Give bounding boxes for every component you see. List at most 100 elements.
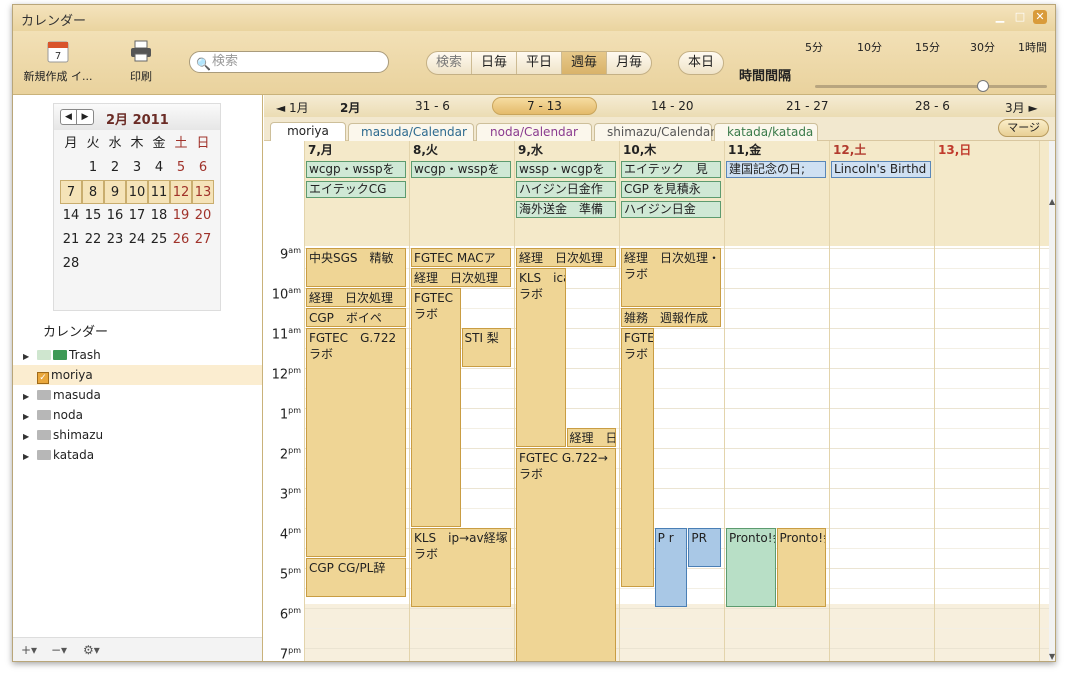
calendar-event[interactable]: FGTEC MACア: [411, 248, 511, 267]
checkbox-icon[interactable]: ✓: [37, 372, 49, 384]
calendar-tab[interactable]: moriya: [270, 122, 346, 142]
disclosure-triangle-icon[interactable]: ▶: [23, 387, 37, 407]
mini-day[interactable]: 7: [60, 180, 82, 204]
all-day-event[interactable]: エイテックCG: [306, 181, 406, 198]
prev-month-link[interactable]: ◄ 1月: [276, 99, 309, 116]
merge-button[interactable]: マージ: [998, 119, 1049, 137]
calendar-event[interactable]: KLS ip→av経塚 ラボ: [411, 528, 511, 607]
mini-day[interactable]: 24: [126, 228, 148, 252]
view-button-0[interactable]: 検索: [427, 52, 473, 74]
view-button-1[interactable]: 日毎: [472, 52, 518, 74]
all-day-event[interactable]: ハイジン日金: [621, 201, 721, 218]
disclosure-triangle-icon[interactable]: ▶: [23, 347, 37, 367]
search-input[interactable]: 🔍 検索: [189, 51, 389, 73]
mini-day[interactable]: 4: [148, 156, 170, 180]
calendar-event[interactable]: KLS ica ラボ: [516, 268, 566, 447]
mini-day[interactable]: 26: [170, 228, 192, 252]
scroll-up-icon[interactable]: ▲: [1049, 197, 1055, 206]
calendar-event[interactable]: FGTE ラボ: [621, 328, 654, 587]
mini-day[interactable]: 8: [82, 180, 104, 204]
week-link[interactable]: 31 - 6: [415, 99, 450, 113]
mini-day[interactable]: 12: [170, 180, 192, 204]
mini-day[interactable]: 14: [60, 204, 82, 228]
calendar-event[interactable]: 経理 日次処理・ ラボ: [621, 248, 721, 307]
calendar-event[interactable]: 経理 日次処理: [306, 288, 406, 307]
mini-day[interactable]: 25: [148, 228, 170, 252]
calendar-event[interactable]: 中央SGS 精敏: [306, 248, 406, 287]
gear-icon[interactable]: ⚙▾: [83, 643, 100, 657]
calendar-event[interactable]: FGTEC G.722 ラボ: [306, 328, 406, 557]
view-button-3[interactable]: 週毎: [562, 52, 608, 74]
all-day-event[interactable]: wcgp・wsspを: [411, 161, 511, 178]
disclosure-triangle-icon[interactable]: ▶: [23, 427, 37, 447]
calendar-event[interactable]: CGP ボイペ: [306, 308, 406, 327]
mini-day[interactable]: 18: [148, 204, 170, 228]
mini-day[interactable]: 3: [126, 156, 148, 180]
week-link[interactable]: 7 - 13: [492, 97, 597, 115]
calendar-tab[interactable]: shimazu/Calendar: [594, 123, 715, 141]
today-button[interactable]: 本日: [679, 52, 723, 74]
mini-day[interactable]: 1: [82, 156, 104, 180]
calendar-item[interactable]: ▶ noda: [13, 405, 262, 425]
maximize-icon[interactable]: □: [1013, 10, 1027, 24]
mini-day[interactable]: 11: [148, 180, 170, 204]
vertical-scrollbar[interactable]: ▲ ▼: [1049, 141, 1055, 661]
calendar-event[interactable]: FGTEC G.722→ ラボ: [516, 448, 616, 661]
mini-day[interactable]: 19: [170, 204, 192, 228]
week-link[interactable]: 14 - 20: [651, 99, 694, 113]
calendar-item[interactable]: ▶ katada: [13, 445, 262, 465]
calendar-item[interactable]: ▶ masuda: [13, 385, 262, 405]
disclosure-triangle-icon[interactable]: ▶: [23, 407, 37, 427]
all-day-event[interactable]: wssp・wcgpを: [516, 161, 616, 178]
all-day-event[interactable]: エイテック 見: [621, 161, 721, 178]
calendar-event[interactable]: STI 梨: [461, 328, 511, 367]
interval-slider[interactable]: [815, 85, 1047, 88]
print-button[interactable]: 印刷: [121, 39, 161, 84]
mini-day[interactable]: 10: [126, 180, 148, 204]
interval-slider-knob[interactable]: [977, 80, 989, 92]
scroll-down-icon[interactable]: ▼: [1049, 652, 1055, 661]
close-icon[interactable]: ✕: [1033, 10, 1047, 24]
mini-day[interactable]: 16: [104, 204, 126, 228]
calendar-item[interactable]: ▶ shimazu: [13, 425, 262, 445]
mini-day[interactable]: 28: [60, 252, 82, 276]
mini-day[interactable]: 21: [60, 228, 82, 252]
calendar-event[interactable]: Pronto!会: [776, 528, 826, 607]
week-link[interactable]: 21 - 27: [786, 99, 829, 113]
mini-day[interactable]: 5: [170, 156, 192, 180]
all-day-event[interactable]: wcgp・wsspを: [306, 161, 406, 178]
calendar-event[interactable]: 経理 日次処理: [411, 268, 511, 287]
calendar-item[interactable]: ✓ moriya: [13, 365, 262, 385]
mini-day[interactable]: 15: [82, 204, 104, 228]
all-day-event[interactable]: Lincoln's Birthd: [831, 161, 931, 178]
remove-calendar-icon[interactable]: −▾: [51, 643, 67, 657]
calendar-event[interactable]: PR: [688, 528, 721, 567]
next-month-icon[interactable]: ▶: [77, 110, 93, 124]
mini-day[interactable]: 20: [192, 204, 214, 228]
calendar-event[interactable]: 経理 日: [566, 428, 616, 447]
minimize-icon[interactable]: ▁: [993, 10, 1007, 24]
all-day-event[interactable]: 海外送金 準備: [516, 201, 616, 218]
mini-day[interactable]: 22: [82, 228, 104, 252]
calendar-tab[interactable]: masuda/Calendar: [348, 123, 474, 141]
new-event-button[interactable]: 7 新規作成 イ...: [21, 39, 95, 84]
add-calendar-icon[interactable]: +▾: [21, 643, 37, 657]
calendar-event[interactable]: Pronto!会: [726, 528, 776, 607]
disclosure-triangle-icon[interactable]: ▶: [23, 447, 37, 467]
mini-day[interactable]: 23: [104, 228, 126, 252]
next-month-link[interactable]: 3月 ►: [1005, 99, 1038, 116]
mini-day[interactable]: 2: [104, 156, 126, 180]
mini-day[interactable]: 6: [192, 156, 214, 180]
calendar-tab[interactable]: katada/katada: [714, 123, 818, 141]
mini-day[interactable]: 9: [104, 180, 126, 204]
all-day-event[interactable]: 建国記念の日;: [726, 161, 826, 178]
calendar-event[interactable]: 雑務 週報作成: [621, 308, 721, 327]
mini-day[interactable]: 13: [192, 180, 214, 204]
calendar-tab[interactable]: noda/Calendar: [476, 123, 592, 141]
calendar-event[interactable]: 経理 日次処理: [516, 248, 616, 267]
calendar-item[interactable]: ▶ Trash: [13, 345, 262, 365]
view-button-4[interactable]: 月毎: [607, 52, 651, 74]
mini-day[interactable]: 17: [126, 204, 148, 228]
calendar-event[interactable]: CGP CG/PL辞: [306, 558, 406, 597]
view-button-2[interactable]: 平日: [517, 52, 563, 74]
